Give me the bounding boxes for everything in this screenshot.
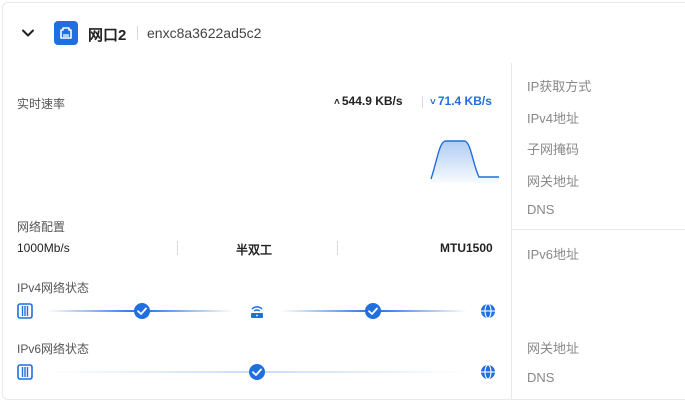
- check-circle-icon: [365, 303, 381, 319]
- link-speed: 1000Mb/s: [17, 241, 70, 255]
- globe-icon: [481, 364, 495, 380]
- download-speed: ˅ 71.4 KB/s: [430, 94, 492, 108]
- mtu-value: MTU1500: [440, 241, 493, 255]
- speed-sparkline: [430, 140, 499, 183]
- config-divider: [337, 241, 338, 255]
- config-divider: [177, 241, 178, 255]
- mac-address: enxc8a3622ad5c2: [147, 25, 262, 41]
- upload-speed-value: 544.9 KB/s: [341, 94, 403, 108]
- card-header[interactable]: 网口2 enxc8a3622ad5c2: [3, 3, 685, 63]
- port-name: 网口2: [88, 27, 127, 44]
- network-config-label: 网络配置: [17, 220, 66, 234]
- ip-details-panel: IP获取方式 IPv4地址 子网掩码 网关地址 DNS IPv6地址 网关地址 …: [511, 63, 685, 399]
- chevron-down-icon[interactable]: [20, 25, 36, 41]
- speed-divider: [422, 96, 423, 108]
- gateway-label: 网关地址: [527, 174, 580, 189]
- ipv4-address-label: IPv4地址: [527, 111, 580, 126]
- subnet-mask-label: 子网掩码: [527, 142, 580, 157]
- check-circle-icon: [134, 303, 150, 319]
- check-circle-icon: [249, 364, 265, 380]
- ipv4-status-label: IPv4网络状态: [17, 281, 90, 295]
- network-port-card: 网口2 enxc8a3622ad5c2 实时速率 ˄ 544.9 KB/s ˅ 71…: [2, 2, 685, 400]
- arrow-down-icon: ˅: [430, 97, 436, 108]
- device-icon: [17, 303, 33, 319]
- ethernet-port-icon: [54, 21, 78, 45]
- device-icon: [17, 364, 33, 380]
- header-divider: [137, 26, 138, 40]
- arrow-up-icon: ˄: [334, 97, 340, 108]
- port-status-panel: 实时速率 ˄ 544.9 KB/s ˅ 71.4 KB/s 网络配置 1000Mb/…: [3, 63, 511, 399]
- speed-label: 实时速率: [17, 97, 66, 111]
- ip-mode-label: IP获取方式: [527, 79, 592, 94]
- globe-icon: [481, 303, 495, 319]
- download-speed-value: 71.4 KB/s: [437, 94, 492, 108]
- ipv6-address-label: IPv6地址: [527, 247, 580, 262]
- section-divider: [512, 229, 685, 230]
- duplex-mode: 半双工: [236, 243, 273, 257]
- ipv6-status-label: IPv6网络状态: [17, 342, 90, 356]
- ipv6-dns-label: DNS: [527, 370, 555, 385]
- upload-speed: ˄ 544.9 KB/s: [334, 94, 403, 108]
- router-icon: [251, 306, 263, 318]
- dns-label: DNS: [527, 202, 555, 217]
- ipv6-gateway-label: 网关地址: [527, 341, 580, 356]
